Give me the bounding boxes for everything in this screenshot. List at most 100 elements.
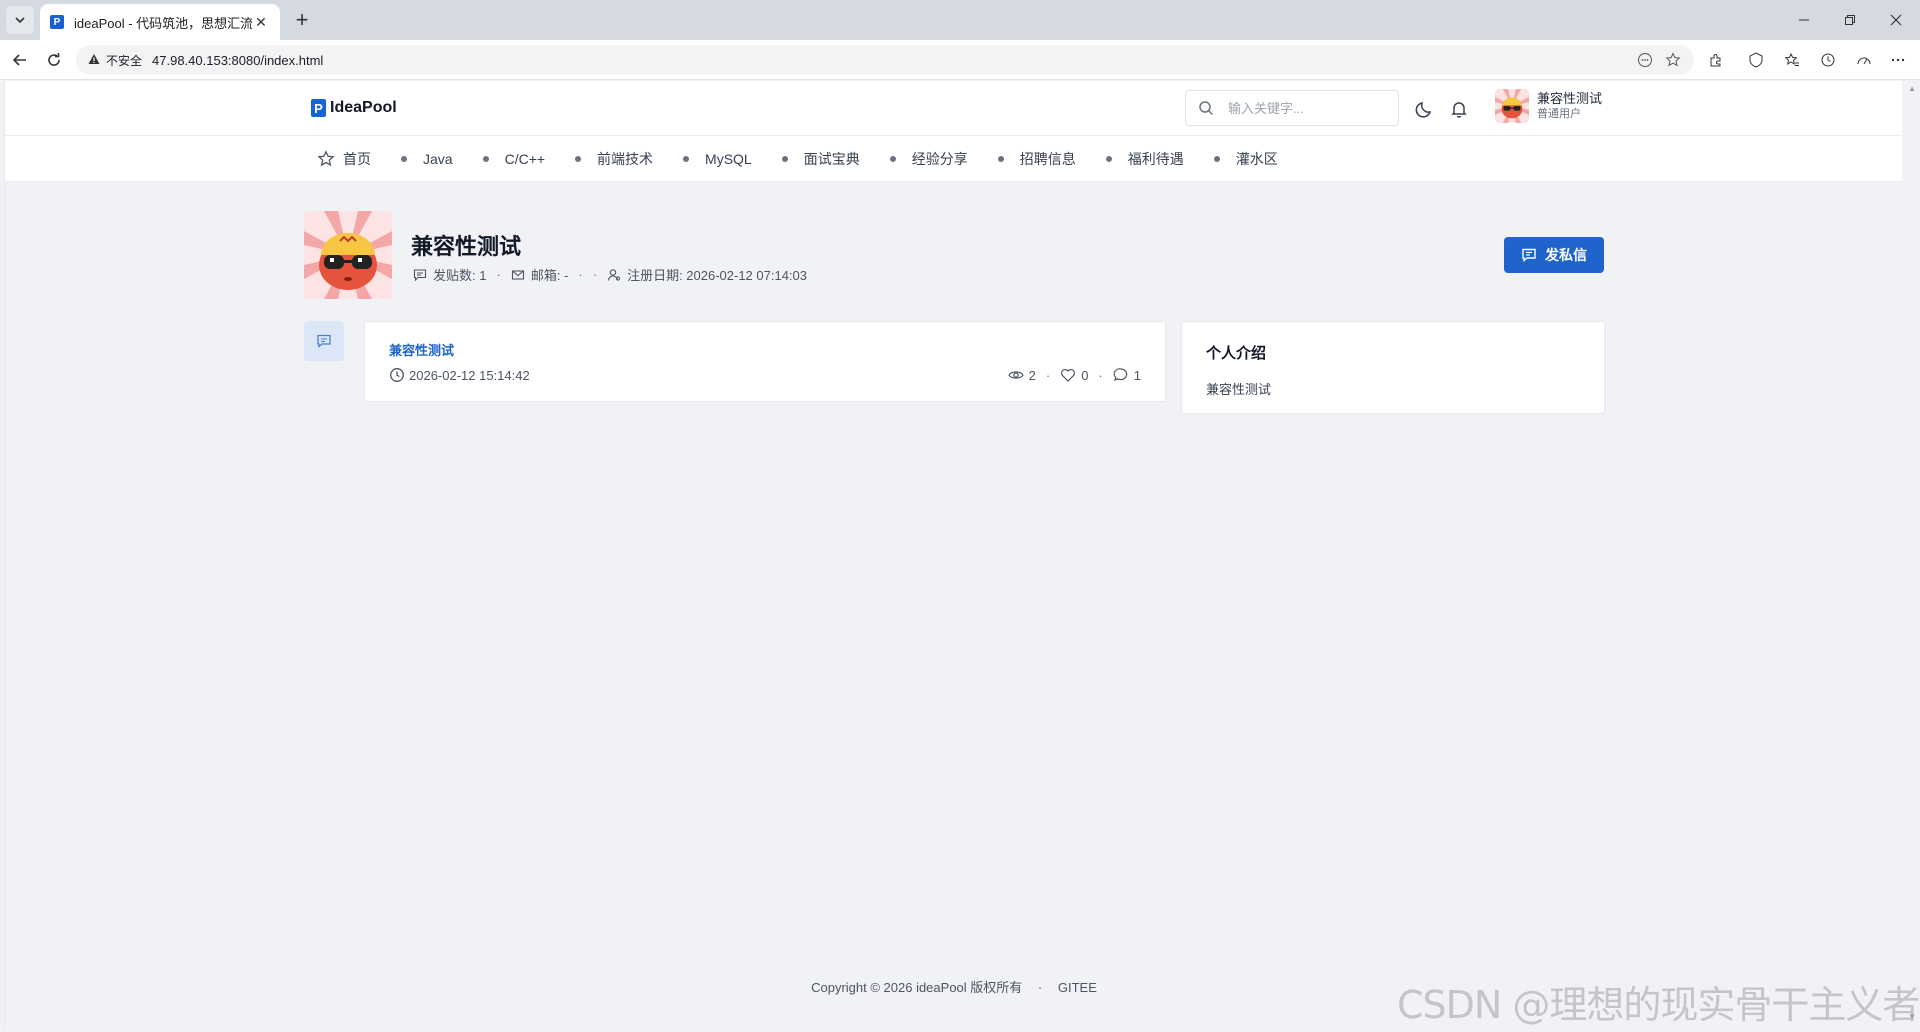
user-icon (608, 268, 621, 281)
extensions-icon[interactable] (1702, 46, 1730, 74)
nav-item-jobs[interactable]: 招聘信息 (997, 149, 1076, 169)
new-tab-button[interactable]: + (288, 6, 316, 34)
clock-icon (390, 368, 404, 382)
avatar (1495, 89, 1529, 123)
browser-toolbar: 不安全 47.98.40.153:8080/index.html (0, 40, 1920, 80)
nav-item-chat[interactable]: 灌水区 (1213, 149, 1278, 169)
view-count: 2 (1007, 367, 1036, 383)
nav-item-mysql[interactable]: MySQL (683, 151, 752, 167)
user-name: 兼容性测试 (1537, 91, 1603, 106)
post-title-link[interactable]: 兼容性测试 (389, 340, 454, 359)
performance-icon[interactable] (1850, 46, 1878, 74)
user-menu[interactable]: 兼容性测试 普通用户 (1495, 89, 1602, 123)
warning-icon (88, 53, 100, 68)
back-button[interactable] (6, 46, 34, 74)
browser-tab-active[interactable]: P ideaPool - 代码筑池，思想汇流 ✕ (40, 4, 280, 40)
favorites-icon[interactable] (1778, 46, 1806, 74)
nav-item-cpp[interactable]: C/C++ (482, 151, 546, 167)
post-time-text: 2026-02-12 15:14:42 (409, 367, 530, 383)
site-favicon-icon: P (50, 15, 64, 29)
send-message-label: 发私信 (1545, 247, 1587, 263)
separator: · (578, 267, 583, 282)
comment-count-value: 1 (1133, 367, 1141, 383)
nav-item-benefits[interactable]: 福利待遇 (1105, 149, 1184, 169)
dot-icon (889, 156, 896, 162)
reload-icon (48, 53, 60, 66)
browser-tab-strip: P ideaPool - 代码筑池，思想汇流 ✕ + (0, 0, 1920, 40)
search-box (1185, 90, 1399, 126)
like-count[interactable]: 0 (1060, 367, 1088, 383)
comment-icon (1113, 368, 1127, 382)
message-icon (1522, 248, 1536, 262)
intro-title: 个人介绍 (1206, 345, 1267, 362)
dot-icon (401, 156, 407, 162)
dot-icon (683, 156, 690, 162)
tab-list-button[interactable] (6, 6, 34, 34)
dot-icon (1105, 156, 1112, 162)
scroll-up-arrow-icon[interactable]: ▲ (1908, 84, 1916, 93)
nav-item-label: C/C++ (504, 151, 546, 167)
message-square-icon (413, 268, 427, 281)
like-count-value: 0 (1081, 367, 1089, 383)
reader-mode-icon[interactable] (1636, 51, 1654, 69)
copyright-text: Copyright © 2026 ideaPool 版权所有 (811, 980, 1023, 995)
bell-icon[interactable] (1449, 99, 1469, 119)
star-icon (317, 150, 335, 167)
dot-icon (997, 156, 1004, 162)
watermark: CSDN @理想的现实骨干主义者 (1397, 983, 1920, 1027)
site-logo[interactable]: P IdeaPool (311, 99, 397, 117)
post-count: 发贴数: 1 (433, 268, 487, 283)
nav-item-label: 福利待遇 (1127, 151, 1184, 167)
email: 邮箱: - (530, 268, 569, 283)
message-square-icon (317, 334, 331, 348)
send-message-button[interactable]: 发私信 (1504, 237, 1604, 273)
history-icon[interactable] (1814, 46, 1842, 74)
nav-item-experience[interactable]: 经验分享 (889, 149, 968, 169)
search-input[interactable] (1228, 100, 1388, 116)
dot-icon (575, 156, 582, 162)
heart-icon (1061, 369, 1076, 382)
nav-item-label: MySQL (705, 151, 752, 167)
address-bar[interactable]: 不安全 47.98.40.153:8080/index.html (76, 45, 1694, 75)
security-label[interactable]: 不安全 (106, 52, 142, 69)
favorite-star-icon[interactable] (1664, 51, 1682, 69)
reload-button[interactable] (40, 46, 68, 74)
register-date: 注册日期: 2026-02-12 07:14:03 (627, 268, 807, 283)
separator: · (592, 267, 598, 282)
tab-title: ideaPool - 代码筑池，思想汇流 (74, 15, 252, 31)
nav-item-label: 灌水区 (1235, 151, 1278, 167)
more-menu-icon[interactable] (1884, 46, 1912, 74)
gitee-link[interactable]: GITEE (1058, 980, 1097, 995)
tab-close-icon[interactable]: ✕ (252, 14, 270, 31)
dot-icon (781, 156, 788, 162)
separator: · (1045, 367, 1051, 383)
page-viewport: P IdeaPool 兼容性测试 普通用户 (4, 81, 1902, 1028)
arrow-left-icon (12, 54, 26, 66)
restore-icon (1845, 15, 1855, 25)
close-window-button[interactable] (1874, 0, 1918, 40)
profile-avatar (304, 211, 392, 299)
restore-button[interactable] (1828, 0, 1872, 40)
posts-tab-badge[interactable] (304, 321, 344, 361)
nav-item-frontend[interactable]: 前端技术 (575, 149, 653, 169)
nav-item-label: 经验分享 (911, 151, 968, 167)
dot-icon (482, 156, 489, 162)
browser-essentials-icon[interactable] (1742, 46, 1770, 74)
nav-item-label: Java (423, 151, 453, 167)
nav-item-interview[interactable]: 面试宝典 (781, 149, 860, 169)
url-text[interactable]: 47.98.40.153:8080/index.html (152, 53, 323, 68)
profile-name: 兼容性测试 (411, 234, 522, 259)
minimize-button[interactable] (1782, 0, 1826, 40)
moon-icon[interactable] (1415, 99, 1435, 119)
site-header: P IdeaPool 兼容性测试 普通用户 (5, 81, 1902, 136)
nav-item-home[interactable]: 首页 (317, 149, 371, 169)
logo-mark: P (311, 99, 326, 117)
separator: · (496, 267, 501, 282)
mail-icon (511, 269, 524, 280)
chevron-down-icon (15, 17, 25, 24)
nav-item-java[interactable]: Java (401, 151, 453, 167)
comment-count[interactable]: 1 (1113, 367, 1141, 383)
scrollbar[interactable] (1902, 81, 1920, 1028)
separator: · (1098, 367, 1103, 383)
intro-card: 个人介绍 兼容性测试 (1181, 321, 1605, 414)
